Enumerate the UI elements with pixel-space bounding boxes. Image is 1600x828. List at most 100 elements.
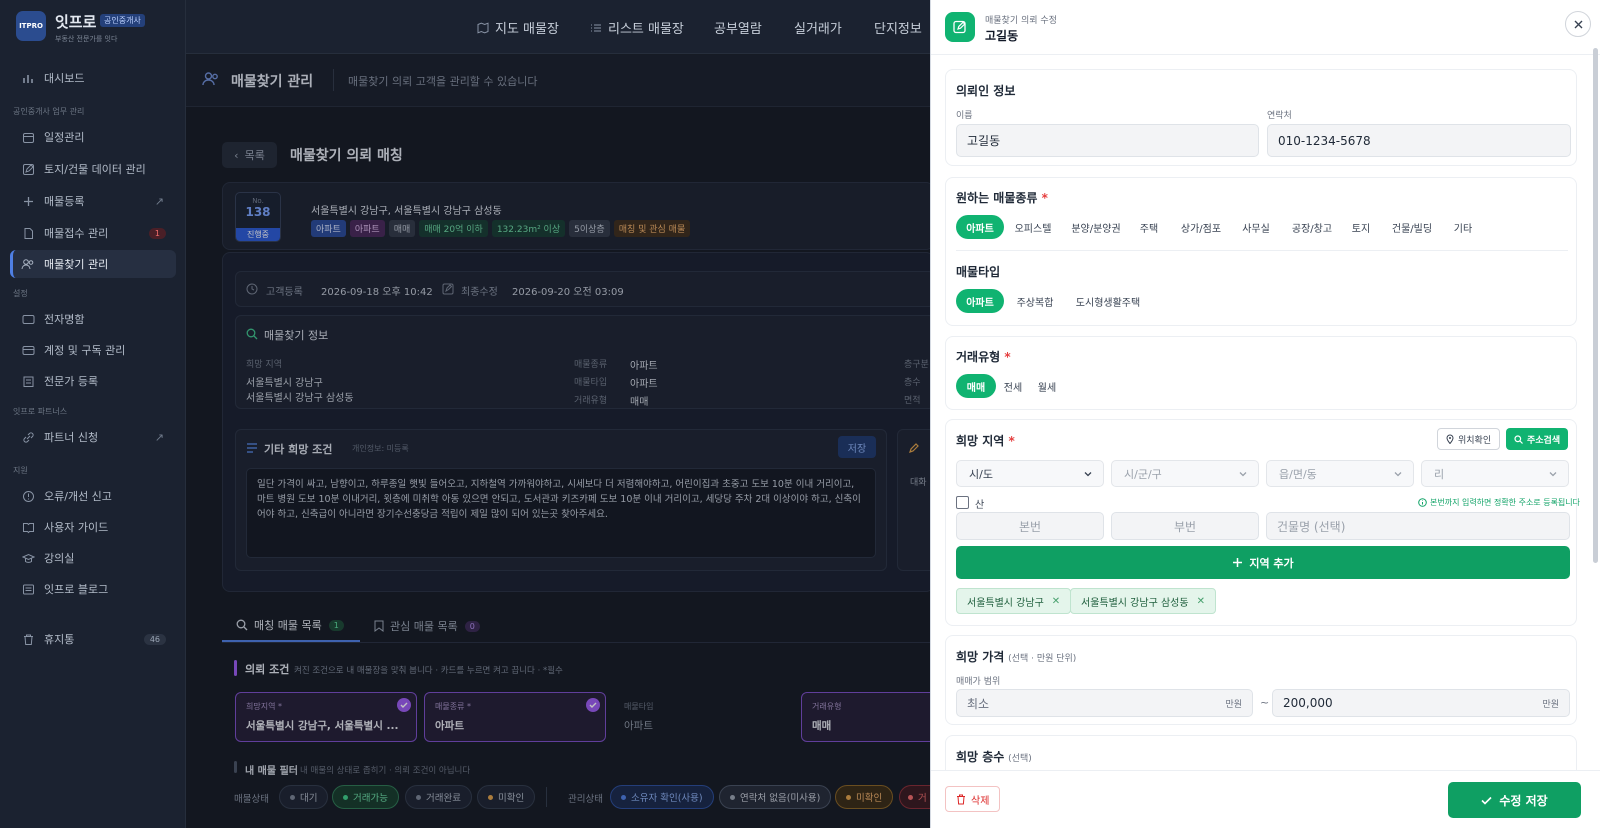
- main-lot-field[interactable]: 본번: [956, 512, 1104, 540]
- modal-backdrop[interactable]: [186, 55, 930, 828]
- type-option-urban[interactable]: 도시형생활주택: [1068, 289, 1148, 313]
- sidebar-item-schedule[interactable]: 일정관리: [10, 123, 176, 151]
- sidebar: ITPRO 잇프로 공인중개사 부동산 전문가를 잇다 대시보드 공인중개사 업…: [0, 0, 186, 828]
- plus-icon: [21, 194, 35, 208]
- floor-section: 희망 층수 (선택): [945, 735, 1577, 775]
- area-section: 희망 지역 * 위치확인 주소검색 시/도 시/군/구 읍/면/동 리 산 본번…: [945, 419, 1580, 626]
- sidebar-item-card[interactable]: 전자명함: [10, 305, 176, 333]
- section-title: 희망 가격: [956, 650, 1005, 664]
- sidebar-item-label: 휴지통: [44, 633, 75, 646]
- section-title: 거래유형: [956, 350, 1001, 364]
- sub-lot-field[interactable]: 부번: [1111, 512, 1259, 540]
- price-min-field[interactable]: 최소 만원: [956, 689, 1253, 717]
- building-icon: [21, 374, 35, 388]
- nav-list-listing[interactable]: 리스트 매물장: [590, 18, 684, 37]
- kind-option-store[interactable]: 상가/점포: [1174, 215, 1228, 239]
- sidebar-item-intake[interactable]: 매물접수 관리 1: [10, 219, 176, 247]
- price-section: 희망 가격 (선택 · 만원 단위) 매매가 범위 최소 만원 ~ 200,000…: [945, 635, 1577, 725]
- type-option-mixed[interactable]: 주상복합: [1008, 289, 1062, 313]
- trash-icon: [21, 632, 35, 646]
- sidebar-item-account[interactable]: 계정 및 구독 관리: [10, 336, 176, 364]
- delete-button[interactable]: 삭제: [945, 786, 1001, 812]
- section-title: 매물타입: [956, 265, 1001, 279]
- sidebar-item-label: 사용자 가이드: [44, 521, 109, 534]
- chevron-down-icon: [1393, 469, 1403, 479]
- chevron-down-icon: [1548, 469, 1558, 479]
- panel-title: 고길동: [985, 29, 1019, 43]
- kind-option-building[interactable]: 건물/빌딩: [1384, 215, 1440, 239]
- name-field[interactable]: 고길동: [956, 124, 1259, 157]
- sidebar-item-label: 전문가 등록: [44, 375, 99, 388]
- sidebar-item-label: 매물접수 관리: [44, 227, 109, 240]
- area-tag: 서울특별시 강남구 ✕: [956, 588, 1072, 614]
- area-tag: 서울특별시 강남구 삼성동 ✕: [1070, 588, 1216, 614]
- nav-map-listing[interactable]: 지도 매물장: [477, 18, 559, 37]
- sigungu-select[interactable]: 시/군/구: [1111, 460, 1259, 487]
- external-link-icon: ↗: [154, 430, 164, 444]
- sidebar-section-settings: 설정: [13, 289, 28, 298]
- type-option-apartment[interactable]: 아파트: [956, 289, 1004, 313]
- price-max-field[interactable]: 200,000 만원: [1272, 689, 1570, 717]
- sidebar-item-land-data[interactable]: 토지/건물 데이터 관리: [10, 155, 176, 183]
- sidebar-item-find[interactable]: 매물찾기 관리: [10, 250, 176, 278]
- eupmyeondong-select[interactable]: 읍/면/동: [1266, 460, 1414, 487]
- sidebar-item-label: 일정관리: [44, 131, 85, 144]
- kind-option-officetel[interactable]: 오피스텔: [1008, 215, 1058, 239]
- sidebar-item-lecture[interactable]: 강의실: [10, 544, 176, 572]
- remove-tag-icon[interactable]: ✕: [1052, 596, 1060, 607]
- nav-public-records[interactable]: 공부열람: [714, 18, 762, 37]
- kind-option-office[interactable]: 사무실: [1234, 215, 1278, 239]
- section-title: 원하는 매물종류: [956, 191, 1038, 205]
- id-card-icon: [21, 312, 35, 326]
- kind-option-land[interactable]: 토지: [1346, 215, 1376, 239]
- ri-select[interactable]: 리: [1421, 460, 1569, 487]
- sidebar-item-blog[interactable]: 잇프로 블로그: [10, 575, 176, 603]
- phone-field[interactable]: 010-1234-5678: [1267, 124, 1571, 157]
- mountain-checkbox[interactable]: [956, 496, 969, 509]
- kind-option-factory[interactable]: 공장/창고: [1284, 215, 1340, 239]
- sido-select[interactable]: 시/도: [956, 460, 1104, 487]
- client-info-section: 의뢰인 정보 이름 고길동 연락처 010-1234-5678: [945, 69, 1577, 166]
- map-icon: [477, 21, 489, 34]
- deal-option-sale[interactable]: 매매: [956, 374, 996, 398]
- mountain-label: 산: [975, 500, 985, 511]
- sidebar-item-guide[interactable]: 사용자 가이드: [10, 513, 176, 541]
- add-area-button[interactable]: 지역 추가: [956, 546, 1570, 579]
- trash-icon: [956, 794, 966, 805]
- sidebar-item-label: 전자명함: [44, 313, 85, 326]
- remove-tag-icon[interactable]: ✕: [1197, 596, 1205, 607]
- sidebar-item-report[interactable]: 오류/개선 신고: [10, 482, 176, 510]
- users-icon: [21, 257, 35, 271]
- deal-option-monthly[interactable]: 월세: [1032, 374, 1062, 398]
- sidebar-item-partner[interactable]: 파트너 신청 ↗: [10, 423, 176, 451]
- sidebar-item-register[interactable]: 매물등록 ↗: [10, 187, 176, 215]
- close-button[interactable]: [1565, 11, 1591, 37]
- panel-subtitle: 매물찾기 의뢰 수정: [985, 16, 1057, 26]
- nav-complex-info[interactable]: 단지정보: [874, 18, 922, 37]
- list-icon: [590, 22, 602, 34]
- kind-option-house[interactable]: 주택: [1132, 215, 1166, 239]
- brand-badge: 공인중개사: [100, 14, 145, 27]
- deal-option-jeonse[interactable]: 전세: [998, 374, 1028, 398]
- sidebar-item-label: 매물등록: [44, 195, 85, 208]
- chart-icon: [21, 71, 35, 85]
- itpro-logo[interactable]: ITPRO: [16, 11, 46, 41]
- building-name-field[interactable]: 건물명 (선택): [1266, 512, 1570, 540]
- locate-button[interactable]: 위치확인: [1437, 428, 1501, 450]
- kind-option-apartment[interactable]: 아파트: [956, 215, 1004, 239]
- sidebar-item-trash[interactable]: 휴지통 46: [10, 625, 176, 653]
- address-search-button[interactable]: 주소검색: [1506, 428, 1569, 450]
- sidebar-item-label: 매물찾기 관리: [44, 258, 109, 271]
- divider: [956, 250, 1568, 251]
- save-button[interactable]: 수정 저장: [1448, 782, 1581, 818]
- section-title: 희망 지역: [956, 434, 1005, 448]
- sidebar-item-expert[interactable]: 전문가 등록: [10, 367, 176, 395]
- scrollbar[interactable]: [1593, 48, 1598, 563]
- sidebar-section-partner: 잇프로 파트너스: [13, 407, 68, 416]
- kind-option-presale[interactable]: 분양/분양권: [1066, 215, 1126, 239]
- calendar-icon: [21, 130, 35, 144]
- kind-option-etc[interactable]: 기타: [1446, 215, 1480, 239]
- sidebar-item-dashboard[interactable]: 대시보드: [10, 64, 176, 92]
- nav-real-price[interactable]: 실거래가: [794, 18, 842, 37]
- credit-card-icon: [21, 343, 35, 357]
